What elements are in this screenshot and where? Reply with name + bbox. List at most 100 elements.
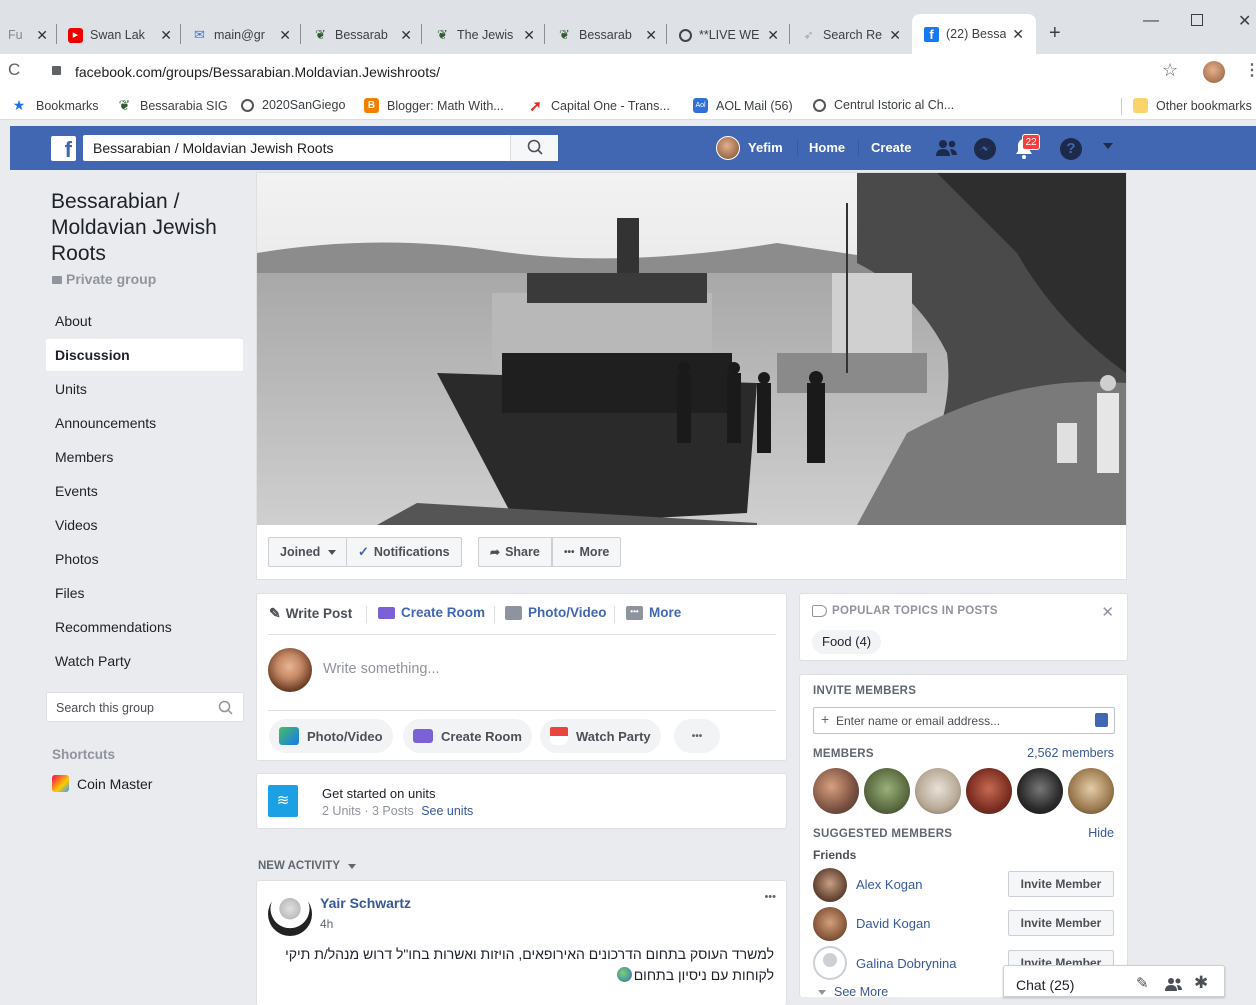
- member-avatar[interactable]: [915, 768, 961, 814]
- member-avatar[interactable]: [813, 768, 859, 814]
- home-link[interactable]: Home: [809, 140, 845, 155]
- bookmark-item[interactable]: ➚ Capital One - Trans...: [528, 98, 670, 115]
- other-bookmarks[interactable]: Other bookmarks: [1133, 98, 1252, 113]
- friend-name[interactable]: David Kogan: [856, 916, 930, 931]
- bookmark-item[interactable]: B Blogger: Math With...: [364, 98, 504, 113]
- fb-search-input[interactable]: Bessarabian / Moldavian Jewish Roots: [83, 135, 558, 161]
- tab-create-room[interactable]: Create Room: [378, 605, 485, 620]
- help-icon[interactable]: ?: [1060, 138, 1082, 160]
- nav-members[interactable]: Members: [46, 441, 243, 473]
- friend-avatar[interactable]: [813, 946, 847, 980]
- nav-events[interactable]: Events: [46, 475, 243, 507]
- watch-party-button[interactable]: Watch Party: [540, 719, 661, 753]
- profile-link[interactable]: Yefim: [748, 140, 783, 155]
- browser-tab[interactable]: ➶ Search Re ✕: [801, 18, 901, 52]
- friend-name[interactable]: Galina Dobrynina: [856, 956, 956, 971]
- facebook-logo-icon[interactable]: f: [51, 136, 76, 162]
- compose-icon[interactable]: ✎: [1136, 974, 1149, 992]
- joined-button[interactable]: Joined: [268, 537, 349, 567]
- nav-watch-party[interactable]: Watch Party: [46, 645, 243, 677]
- browser-tab[interactable]: ❦ Bessarab ✕: [557, 18, 657, 52]
- nav-units[interactable]: Units: [46, 373, 243, 405]
- browser-tab[interactable]: ✉ main@gr ✕: [192, 18, 291, 52]
- author-name[interactable]: Yair Schwartz: [320, 895, 411, 911]
- friends-icon[interactable]: [1165, 977, 1183, 992]
- hide-link[interactable]: Hide: [1088, 826, 1114, 840]
- nav-discussion[interactable]: Discussion: [46, 339, 243, 371]
- more-button[interactable]: ••• More: [552, 537, 622, 567]
- invite-member-button[interactable]: Invite Member: [1008, 910, 1114, 936]
- create-link[interactable]: Create: [871, 140, 911, 155]
- bookmark-item[interactable]: Centrul Istoric al Ch...: [813, 98, 954, 112]
- member-avatar[interactable]: [1068, 768, 1114, 814]
- friends-icon[interactable]: [935, 138, 959, 158]
- see-units-link[interactable]: See units: [421, 804, 473, 818]
- browser-tab[interactable]: **LIVE WE ✕: [679, 18, 779, 52]
- invite-member-button[interactable]: Invite Member: [1008, 871, 1114, 897]
- cover-photo[interactable]: [257, 173, 1126, 525]
- topic-tag[interactable]: Food (4): [812, 630, 882, 654]
- nav-announcements[interactable]: Announcements: [46, 407, 243, 439]
- post-time[interactable]: 4h: [320, 917, 333, 931]
- friend-name[interactable]: Alex Kogan: [856, 877, 923, 892]
- share-button[interactable]: ➦ Share: [478, 537, 552, 567]
- nav-files[interactable]: Files: [46, 577, 243, 609]
- star-icon[interactable]: ☆: [1162, 60, 1178, 81]
- contacts-icon[interactable]: [1095, 713, 1108, 727]
- browser-tab-active[interactable]: f (22) Bessa ✕: [912, 14, 1036, 54]
- tab-more[interactable]: ••• More: [626, 605, 681, 620]
- close-icon[interactable]: ✕: [767, 27, 779, 44]
- close-icon[interactable]: ✕: [279, 27, 291, 44]
- messenger-icon[interactable]: [973, 137, 997, 161]
- group-title[interactable]: Bessarabian / Moldavian Jewish Roots: [51, 189, 241, 267]
- shortcut-item[interactable]: Coin Master: [52, 775, 152, 792]
- tab-write-post[interactable]: ✎ Write Post: [269, 605, 352, 622]
- close-icon[interactable]: ✕: [645, 27, 657, 44]
- close-icon[interactable]: ✕: [1012, 26, 1024, 43]
- browser-tab[interactable]: ❦ The Jewis ✕: [435, 18, 535, 52]
- window-close-button[interactable]: ✕: [1238, 11, 1251, 31]
- member-avatar[interactable]: [1017, 768, 1063, 814]
- new-activity-sort[interactable]: NEW ACTIVITY: [258, 860, 356, 872]
- bookmark-item[interactable]: ★ Bookmarks: [10, 97, 99, 113]
- maximize-button[interactable]: [1191, 14, 1203, 26]
- close-icon[interactable]: ✕: [889, 27, 901, 44]
- nav-photos[interactable]: Photos: [46, 543, 243, 575]
- nav-videos[interactable]: Videos: [46, 509, 243, 541]
- close-icon[interactable]: ✕: [400, 27, 412, 44]
- browser-tab[interactable]: ❦ Bessarab ✕: [313, 18, 412, 52]
- profile-avatar[interactable]: [1203, 61, 1225, 83]
- browser-tab[interactable]: ▶ Swan Lak ✕: [68, 18, 172, 52]
- close-icon[interactable]: ✕: [36, 27, 48, 44]
- friend-avatar[interactable]: [813, 868, 847, 902]
- friend-avatar[interactable]: [813, 907, 847, 941]
- minimize-button[interactable]: —: [1143, 12, 1159, 30]
- author-avatar[interactable]: [268, 892, 312, 936]
- new-tab-button[interactable]: +: [1049, 22, 1061, 45]
- create-room-button[interactable]: Create Room: [403, 719, 532, 753]
- group-search-input[interactable]: Search this group: [46, 692, 244, 722]
- photo-video-button[interactable]: Photo/Video: [269, 719, 393, 753]
- menu-icon[interactable]: ⋮: [1244, 60, 1256, 80]
- post-options-icon[interactable]: •••: [764, 891, 776, 903]
- bookmark-item[interactable]: 2020SanGiego: [241, 98, 345, 112]
- caret-down-icon[interactable]: [1103, 143, 1113, 149]
- member-avatar[interactable]: [864, 768, 910, 814]
- search-icon[interactable]: [218, 700, 234, 716]
- notifications-button[interactable]: ✓ Notifications: [346, 537, 462, 567]
- close-icon[interactable]: ✕: [523, 27, 535, 44]
- settings-gear-icon[interactable]: ✱: [1194, 973, 1208, 993]
- write-something-input[interactable]: Write something...: [323, 661, 440, 677]
- composer-more-button[interactable]: •••: [674, 719, 720, 753]
- browser-tab[interactable]: Fu ✕: [8, 18, 48, 52]
- user-avatar[interactable]: [268, 648, 312, 692]
- member-avatar[interactable]: [966, 768, 1012, 814]
- chat-bar[interactable]: Chat (25) ✎ ✱: [1003, 965, 1225, 997]
- close-icon[interactable]: ✕: [1101, 603, 1114, 621]
- search-button[interactable]: [510, 135, 558, 161]
- nav-about[interactable]: About: [46, 305, 243, 337]
- user-avatar[interactable]: [716, 136, 740, 160]
- bookmark-item[interactable]: Aol AOL Mail (56): [693, 98, 793, 113]
- url-input[interactable]: facebook.com/groups/Bessarabian.Moldavia…: [75, 64, 440, 80]
- invite-input[interactable]: + Enter name or email address...: [813, 707, 1115, 734]
